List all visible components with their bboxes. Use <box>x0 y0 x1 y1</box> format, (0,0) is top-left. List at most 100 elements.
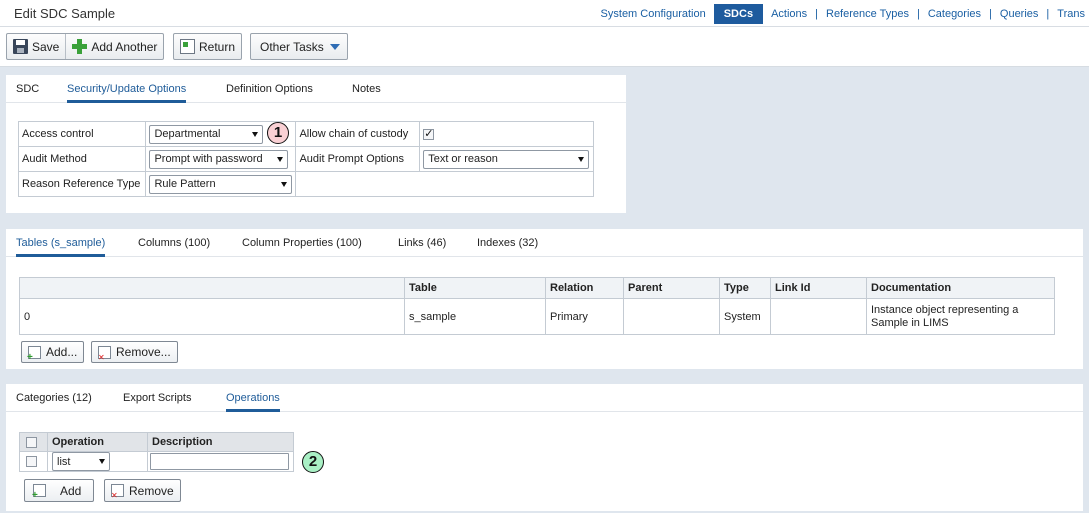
other-tasks-label: Other Tasks <box>260 39 324 54</box>
audit-prompt-options-value: Text or reason <box>428 153 498 165</box>
access-control-select[interactable]: Departmental <box>149 124 264 144</box>
allow-chain-of-custody-checkbox[interactable] <box>423 127 435 140</box>
column-header-type[interactable]: Type <box>719 277 771 299</box>
add-operation-label: Add <box>60 483 82 498</box>
page-title: Edit SDC Sample <box>14 6 116 21</box>
column-header-index <box>19 277 405 299</box>
top-nav: System Configuration SDCs Actions | Refe… <box>593 4 1089 24</box>
save-button[interactable]: Save <box>7 34 65 59</box>
cell-link-id <box>770 298 867 335</box>
add-row-icon <box>32 484 46 501</box>
empty-cell <box>295 171 594 197</box>
return-button-group: Return <box>173 33 243 60</box>
audit-method-select[interactable]: Prompt with password <box>149 149 289 169</box>
remove-table-label: Remove... <box>116 345 171 359</box>
security-form: Access control Departmental Allow chain … <box>17 121 594 197</box>
reason-reference-type-value: Rule Pattern <box>154 178 216 190</box>
dropdown-arrow-icon <box>99 459 105 464</box>
nav-sdcs[interactable]: SDCs <box>713 4 764 24</box>
description-input[interactable] <box>150 453 289 470</box>
dropdown-arrow-icon <box>252 131 259 137</box>
return-icon <box>180 39 195 54</box>
top-bar: Edit SDC Sample System Configuration SDC… <box>0 0 1089 27</box>
dropdown-arrow-icon <box>281 181 288 187</box>
tab-links[interactable]: Links (46) <box>398 229 446 257</box>
access-control-label: Access control <box>17 121 147 147</box>
tab-notes[interactable]: Notes <box>352 75 381 103</box>
audit-prompt-options-label: Audit Prompt Options <box>295 146 421 172</box>
tab-sdc[interactable]: SDC <box>16 75 39 103</box>
column-header-relation[interactable]: Relation <box>545 277 624 299</box>
nav-categories[interactable]: Categories <box>920 4 989 24</box>
operations-tabs: Categories (12) Export Scripts Operation… <box>6 384 1083 412</box>
allow-chain-of-custody-label: Allow chain of custody <box>295 121 421 147</box>
operation-select[interactable]: list <box>52 452 110 471</box>
table-row[interactable]: 0 s_sample Primary System Instance objec… <box>19 298 1055 335</box>
toolbar: Save Add Another Return Other Tasks <box>0 27 1089 67</box>
callout-badge-1: 1 <box>267 122 289 144</box>
reason-reference-type-select[interactable]: Rule Pattern <box>149 174 293 194</box>
nav-actions[interactable]: Actions <box>763 4 815 24</box>
caret-down-icon <box>329 43 340 50</box>
add-row-icon <box>27 345 41 363</box>
tab-definition-options[interactable]: Definition Options <box>226 75 313 103</box>
nav-reference-types[interactable]: Reference Types <box>818 4 917 24</box>
row-select-checkbox[interactable] <box>26 456 37 468</box>
return-button[interactable]: Return <box>174 34 241 59</box>
audit-method-value: Prompt with password <box>154 153 263 165</box>
tab-columns[interactable]: Columns (100) <box>138 229 210 257</box>
column-header-operation: Operation <box>47 432 148 452</box>
operations-panel: Categories (12) Export Scripts Operation… <box>6 384 1083 511</box>
security-options-panel: SDC Security/Update Options Definition O… <box>6 75 626 213</box>
tab-tables[interactable]: Tables (s_sample) <box>16 229 106 257</box>
column-header-table[interactable]: Table <box>404 277 546 299</box>
dropdown-arrow-icon <box>578 156 585 162</box>
tab-export-scripts[interactable]: Export Scripts <box>123 384 191 412</box>
column-header-description: Description <box>147 432 294 452</box>
add-another-label: Add Another <box>91 39 158 54</box>
callout-badge-2: 2 <box>302 451 324 473</box>
operations-header-row: Operation Description <box>19 432 294 452</box>
cell-index: 0 <box>19 298 405 335</box>
remove-operation-label: Remove <box>129 483 174 498</box>
column-header-documentation[interactable]: Documentation <box>866 277 1055 299</box>
tab-operations[interactable]: Operations <box>226 384 280 412</box>
other-tasks-group: Other Tasks <box>250 33 348 60</box>
remove-row-icon <box>111 484 124 500</box>
select-all-checkbox[interactable] <box>26 436 37 448</box>
add-table-button[interactable]: Add... <box>21 341 85 363</box>
add-operation-button[interactable]: Add <box>24 479 95 502</box>
add-table-label: Add... <box>46 345 78 359</box>
cell-relation: Primary <box>545 298 624 335</box>
add-another-button[interactable]: Add Another <box>65 34 163 59</box>
column-header-link-id[interactable]: Link Id <box>770 277 867 299</box>
return-label: Return <box>199 39 236 54</box>
tab-column-properties[interactable]: Column Properties (100) <box>242 229 362 257</box>
nav-system-configuration[interactable]: System Configuration <box>593 4 714 24</box>
nav-queries[interactable]: Queries <box>992 4 1047 24</box>
operations-grid: Operation Description list <box>19 432 294 472</box>
tab-indexes[interactable]: Indexes (32) <box>477 229 538 257</box>
floppy-disk-icon <box>13 39 28 54</box>
save-label: Save <box>32 39 60 54</box>
tab-categories[interactable]: Categories (12) <box>16 384 92 412</box>
table-row: list <box>19 451 294 472</box>
column-header-parent[interactable]: Parent <box>623 277 720 299</box>
save-button-group: Save Add Another <box>6 33 165 60</box>
audit-prompt-options-select[interactable]: Text or reason <box>423 149 590 169</box>
audit-method-label: Audit Method <box>17 146 147 172</box>
access-control-value: Departmental <box>154 128 221 140</box>
remove-table-button[interactable]: Remove... <box>91 341 178 363</box>
tables-panel: Tables (s_sample) Columns (100) Column P… <box>6 229 1083 369</box>
tables-tabs: Tables (s_sample) Columns (100) Column P… <box>6 229 1083 257</box>
other-tasks-button[interactable]: Other Tasks <box>251 34 347 59</box>
remove-row-icon <box>98 345 111 362</box>
cell-table: s_sample <box>404 298 546 335</box>
cell-documentation: Instance object representing a Sample in… <box>866 298 1055 335</box>
tab-security-update-options[interactable]: Security/Update Options <box>67 75 187 103</box>
cell-type: System <box>719 298 771 335</box>
remove-operation-button[interactable]: Remove <box>104 479 181 502</box>
plus-icon <box>72 39 88 54</box>
reason-reference-type-label: Reason Reference Type <box>17 171 147 197</box>
nav-trans[interactable]: Trans <box>1049 4 1089 24</box>
